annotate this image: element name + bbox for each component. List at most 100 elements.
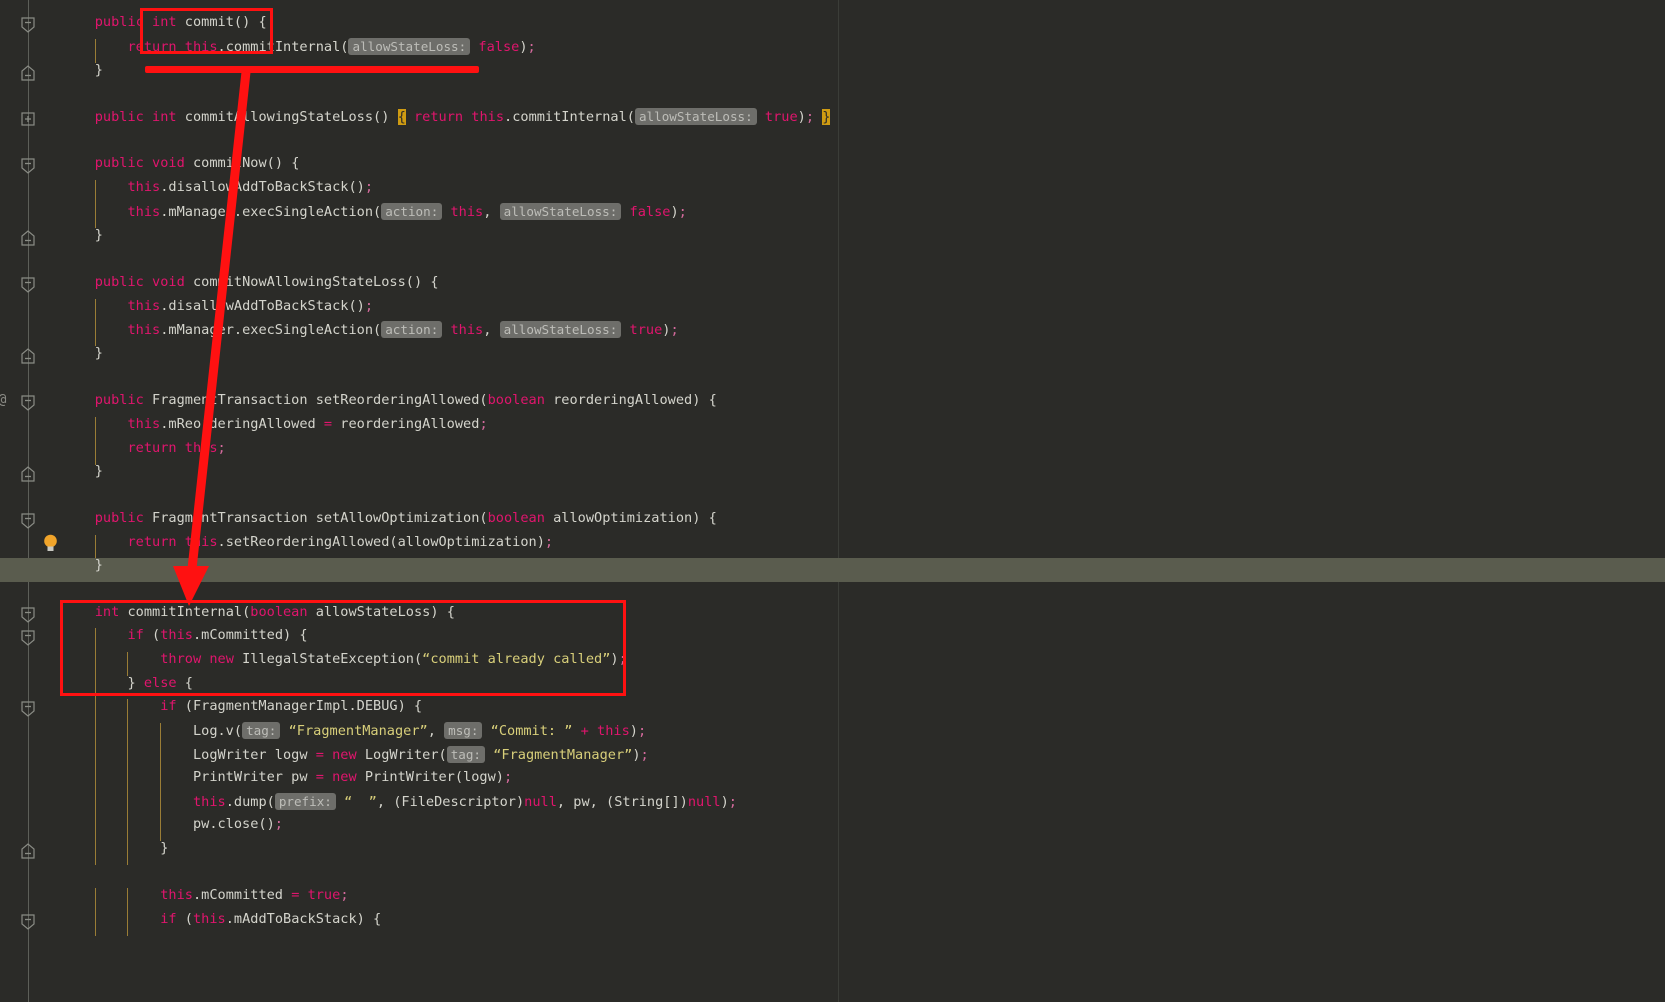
- code-token: if: [127, 627, 144, 643]
- code-token: , pw, (String[]): [556, 794, 688, 810]
- code-token: ): [610, 651, 619, 667]
- parameter-hint: prefix:: [274, 793, 336, 810]
- code-line[interactable]: public void commitNow() {: [0, 152, 1665, 176]
- code-line[interactable]: public void commitNowAllowingStateLoss()…: [0, 271, 1665, 295]
- code-token: public: [94, 14, 144, 30]
- code-token: allowOptimization) {: [544, 510, 717, 526]
- code-line[interactable]: throw new IllegalStateException(“commit …: [0, 648, 1665, 672]
- code-editor[interactable]: public int commit() { return this.commit…: [0, 0, 1665, 1002]
- code-line[interactable]: }: [0, 460, 1665, 484]
- code-line[interactable]: PrintWriter pw = new PrintWriter(logw);: [0, 766, 1665, 790]
- code-line[interactable]: public int commit() {: [0, 11, 1665, 35]
- code-token: return: [127, 39, 177, 55]
- code-line[interactable]: public int commitAllowingStateLoss() { r…: [0, 105, 1665, 129]
- code-token: else: [143, 675, 177, 691]
- code-token: .setReorderingAllowed(allowOptimization): [217, 534, 545, 550]
- code-token: }: [62, 62, 103, 78]
- code-line[interactable]: this.mManager.execSingleAction(action: t…: [0, 200, 1665, 224]
- code-token: this: [127, 322, 161, 338]
- code-line[interactable]: this.dump(prefix: “ ”, (FileDescriptor)n…: [0, 790, 1665, 814]
- code-token: this: [192, 794, 226, 810]
- code-token: commit() {: [184, 14, 267, 30]
- code-line[interactable]: public FragmentTransaction setReordering…: [0, 389, 1665, 413]
- parameter-hint: tag:: [446, 746, 486, 763]
- code-line[interactable]: this.disallowAddToBackStack();: [0, 176, 1665, 200]
- code-surface[interactable]: public int commit() { return this.commit…: [0, 0, 1665, 1002]
- code-token: int: [94, 604, 120, 620]
- code-token: .mReorderingAllowed: [160, 416, 324, 432]
- code-token: ): [519, 39, 528, 55]
- code-line[interactable]: }: [0, 554, 1665, 578]
- code-line[interactable]: LogWriter logw = new LogWriter(tag: “Fra…: [0, 743, 1665, 767]
- code-line[interactable]: }: [0, 837, 1665, 861]
- code-token: return: [413, 109, 464, 125]
- code-line[interactable]: return this;: [0, 437, 1665, 461]
- code-token: boolean: [250, 604, 308, 620]
- code-token: }: [62, 227, 103, 243]
- code-token: this: [127, 298, 161, 314]
- code-token: “Commit: ”: [490, 723, 573, 739]
- code-token: this: [184, 39, 218, 55]
- code-token: }: [62, 557, 103, 573]
- code-token: if: [160, 698, 177, 714]
- code-token: .mManager.execSingleAction(: [160, 204, 382, 220]
- code-token: FragmentTransaction setAllowOptimization…: [152, 510, 488, 526]
- code-token: void: [152, 155, 185, 171]
- code-line[interactable]: }: [0, 342, 1665, 366]
- code-line[interactable]: if (this.mAddToBackStack) {: [0, 908, 1665, 932]
- code-line[interactable]: return this.setReorderingAllowed(allowOp…: [0, 531, 1665, 555]
- code-token: new: [332, 747, 357, 763]
- code-line[interactable]: int commitInternal(boolean allowStateLos…: [0, 601, 1665, 625]
- code-line[interactable]: }: [0, 224, 1665, 248]
- code-line[interactable]: if (this.mCommitted) {: [0, 624, 1665, 648]
- code-line[interactable]: this.mReorderingAllowed = reorderingAllo…: [0, 413, 1665, 437]
- code-token: ,: [427, 723, 445, 739]
- code-token: this: [127, 179, 161, 195]
- parameter-hint: msg:: [444, 722, 483, 739]
- code-line[interactable]: Log.v(tag: “FragmentManager”, msg: “Comm…: [0, 719, 1665, 743]
- code-token: this: [127, 204, 161, 220]
- code-line[interactable]: pw.close();: [0, 813, 1665, 837]
- code-line[interactable]: return this.commitInternal(allowStateLos…: [0, 35, 1665, 59]
- code-token: =: [323, 416, 333, 432]
- code-token: return: [127, 440, 177, 456]
- code-token: (: [176, 911, 193, 927]
- code-line[interactable]: public FragmentTransaction setAllowOptim…: [0, 507, 1665, 531]
- code-token: this: [597, 723, 630, 739]
- code-token: .disallowAddToBackStack(): [160, 179, 365, 195]
- code-token: ;: [678, 204, 687, 220]
- code-line[interactable]: if (FragmentManagerImpl.DEBUG) {: [0, 695, 1665, 719]
- code-line[interactable]: this.disallowAddToBackStack();: [0, 295, 1665, 319]
- code-token: true: [764, 109, 798, 125]
- code-line[interactable]: this.mCommitted = true;: [0, 884, 1665, 908]
- code-token: true: [307, 887, 341, 903]
- code-token: FragmentTransaction setReorderingAllowed…: [152, 392, 488, 408]
- code-token: this: [160, 627, 193, 643]
- code-line[interactable]: this.mManager.execSingleAction(action: t…: [0, 318, 1665, 342]
- code-token: null: [687, 794, 721, 810]
- code-token: =: [315, 747, 324, 763]
- code-line[interactable]: }: [0, 59, 1665, 83]
- inline-fold-marker: {: [397, 109, 406, 125]
- code-line[interactable]: } else {: [0, 672, 1665, 696]
